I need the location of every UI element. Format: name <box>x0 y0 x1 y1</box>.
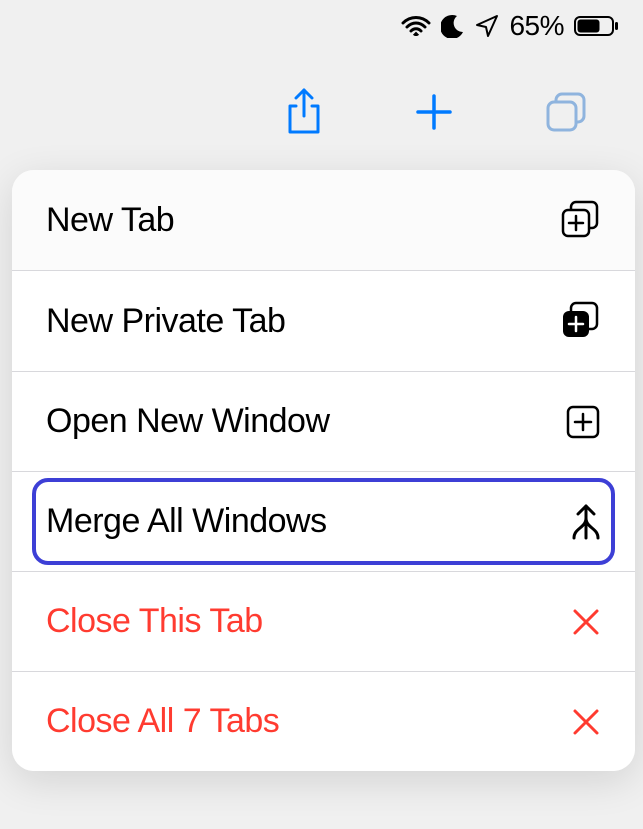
new-tab-button[interactable] <box>414 92 454 132</box>
menu-item-open-new-window[interactable]: Open New Window <box>12 372 635 472</box>
new-tab-icon <box>561 200 601 240</box>
menu-item-close-this-tab[interactable]: Close This Tab <box>12 572 635 672</box>
status-bar: 65% <box>401 10 618 42</box>
menu-item-new-tab[interactable]: New Tab <box>12 170 635 271</box>
wifi-icon <box>401 15 431 37</box>
close-icon <box>571 607 601 637</box>
menu-item-label: Close All 7 Tabs <box>46 702 571 741</box>
close-icon <box>571 707 601 737</box>
battery-percentage: 65% <box>509 10 564 42</box>
new-private-tab-icon <box>561 301 601 341</box>
menu-item-label: Open New Window <box>46 402 565 441</box>
menu-item-merge-all-windows[interactable]: Merge All Windows <box>12 472 635 572</box>
location-icon <box>475 14 499 38</box>
context-menu: New Tab New Private Tab Open New Window <box>12 170 635 771</box>
menu-item-label: Merge All Windows <box>46 502 571 541</box>
menu-item-label: Close This Tab <box>46 602 571 641</box>
menu-item-new-private-tab[interactable]: New Private Tab <box>12 271 635 372</box>
menu-item-close-all-tabs[interactable]: Close All 7 Tabs <box>12 672 635 771</box>
battery-icon <box>574 16 618 36</box>
toolbar <box>0 72 643 152</box>
menu-item-label: New Tab <box>46 201 561 240</box>
do-not-disturb-icon <box>441 14 465 38</box>
share-button[interactable] <box>284 88 324 136</box>
new-window-icon <box>565 404 601 440</box>
menu-item-label: New Private Tab <box>46 302 561 341</box>
tabs-button[interactable] <box>544 90 588 134</box>
merge-icon <box>571 503 601 541</box>
